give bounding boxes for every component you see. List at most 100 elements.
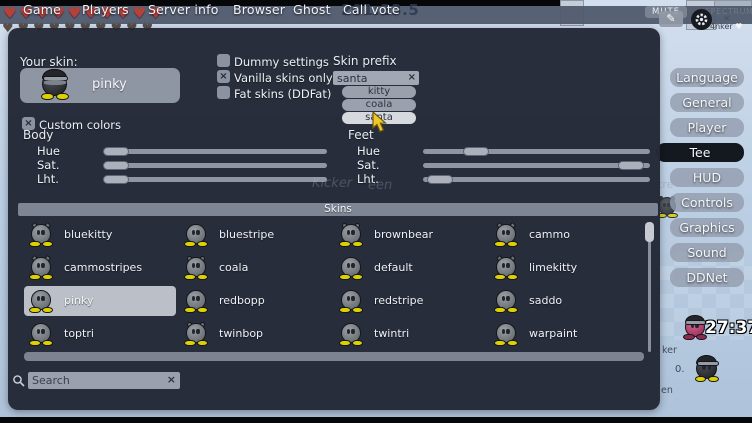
skin-name-label: saddo — [529, 286, 562, 316]
menubar-item-players[interactable]: Players — [82, 2, 129, 17]
tee-foot — [197, 241, 208, 247]
prefix-option-kitty[interactable]: kitty — [342, 86, 416, 98]
skin-name-label: twinbop — [219, 319, 263, 349]
tee-eye — [41, 230, 44, 235]
skin-name-label: bluestripe — [219, 220, 274, 250]
slider-row-sat: Sat. — [348, 158, 650, 172]
tee-foot — [42, 307, 53, 313]
slider-handle[interactable] — [427, 175, 453, 184]
skin-item-coala[interactable]: coala — [179, 253, 331, 283]
current-skin-tee — [40, 70, 70, 100]
tee-foot — [494, 340, 505, 346]
slider-handle[interactable] — [618, 161, 644, 170]
menubar-item-ghost[interactable]: Ghost — [293, 2, 331, 17]
close-icon[interactable]: × — [723, 14, 731, 24]
tee-foot — [29, 307, 40, 313]
skin-item-twinbop[interactable]: twinbop — [179, 319, 331, 349]
menubar-item-call-vote[interactable]: Call vote — [343, 2, 400, 17]
checkbox — [217, 86, 230, 99]
tee-foot — [339, 241, 350, 247]
skin-tee-icon — [494, 256, 518, 280]
tee-settings-window: Your skin: pinky Dummy settings×Vanilla … — [8, 28, 660, 410]
skin-tee-icon — [339, 289, 363, 313]
skin-item-pinky[interactable]: pinky — [24, 286, 176, 316]
skin-item-bluekitty[interactable]: bluekitty — [24, 220, 176, 250]
tab-sound[interactable]: Sound — [670, 243, 744, 262]
tee-eye — [41, 296, 44, 301]
skin-item-brownbear[interactable]: brownbear — [334, 220, 486, 250]
skin-tee-icon — [494, 322, 518, 346]
color-group-feet: FeetHueSat.Lht. — [348, 128, 650, 186]
skin-item-saddo[interactable]: saddo — [489, 286, 641, 316]
tab-tee[interactable]: Tee — [656, 143, 744, 162]
tee-foot — [352, 274, 363, 280]
slider-track[interactable] — [423, 149, 650, 154]
skin-prefix-input[interactable] — [333, 71, 409, 85]
skin-item-default[interactable]: default — [334, 253, 486, 283]
tab-language[interactable]: Language — [670, 68, 744, 87]
tab-graphics[interactable]: Graphics — [670, 218, 744, 237]
tee-foot — [339, 307, 350, 313]
search-input[interactable] — [28, 372, 166, 389]
checkbox-label: Vanilla skins only — [234, 71, 333, 85]
skin-name-label: redstripe — [374, 286, 423, 316]
bg-name-fragment: ker — [662, 345, 677, 356]
gear-glyph — [694, 12, 709, 27]
tab-controls[interactable]: Controls — [670, 193, 744, 212]
skin-item-bluestripe[interactable]: bluestripe — [179, 220, 331, 250]
slider-label: Hue — [23, 144, 103, 158]
skins-list-header: Skins — [18, 203, 658, 216]
spectator-tee — [683, 316, 707, 340]
skin-item-redstripe[interactable]: redstripe — [334, 286, 486, 316]
tab-player[interactable]: Player — [670, 118, 744, 137]
clear-search-icon[interactable]: × — [167, 373, 176, 386]
skin-tee-icon — [494, 289, 518, 313]
current-skin-name: pinky — [92, 77, 127, 92]
skin-name-label: redbopp — [219, 286, 265, 316]
skin-item-limekitty[interactable]: limekitty — [489, 253, 641, 283]
skin-name-label: default — [374, 253, 413, 283]
tee-foot — [494, 241, 505, 247]
menubar-item-game[interactable]: Game — [23, 2, 61, 17]
color-group-title: Feet — [348, 128, 650, 144]
slider-label: Sat. — [348, 158, 423, 172]
skin-item-toptri[interactable]: toptri — [24, 319, 176, 349]
skin-item-twintri[interactable]: twintri — [334, 319, 486, 349]
gear-icon[interactable] — [691, 9, 712, 30]
skin-tee-icon — [184, 223, 208, 247]
skin-item-cammo[interactable]: cammo — [489, 220, 641, 250]
prefix-option-coala[interactable]: coala — [342, 99, 416, 111]
menubar-item-server-info[interactable]: Server info — [148, 2, 219, 17]
current-skin-button[interactable]: pinky — [20, 68, 180, 103]
slider-handle[interactable] — [103, 147, 129, 156]
slider-row-hue: Hue — [348, 144, 650, 158]
skin-item-redbopp[interactable]: redbopp — [179, 286, 331, 316]
tee-foot — [29, 340, 40, 346]
slider-track[interactable] — [103, 163, 327, 168]
clear-prefix-icon[interactable]: × — [408, 71, 416, 85]
bg-name-fragment: en — [661, 385, 673, 396]
tab-ddnet[interactable]: DDNet — [670, 268, 744, 287]
skin-item-cammostripes[interactable]: cammostripes — [24, 253, 176, 283]
tee-eye — [196, 329, 199, 334]
skins-hscrollbar[interactable] — [24, 352, 644, 361]
pencil-icon[interactable]: ✎ — [659, 11, 683, 27]
tee-foot — [184, 307, 195, 313]
slider-handle[interactable] — [103, 175, 129, 184]
health-heart-icon: ♥ — [3, 6, 16, 21]
tee-eye — [351, 263, 354, 268]
skins-scrollbar-thumb[interactable] — [645, 222, 654, 242]
skin-name-label: limekitty — [529, 253, 577, 283]
slider-track[interactable] — [103, 177, 327, 182]
skin-item-warpaint[interactable]: warpaint — [489, 319, 641, 349]
slider-row-lht: Lht. — [348, 172, 650, 186]
tee-foot — [352, 307, 363, 313]
slider-handle[interactable] — [463, 147, 489, 156]
menubar-item-browser[interactable]: Browser — [233, 2, 285, 17]
tab-hud[interactable]: HUD — [670, 168, 744, 187]
tab-general[interactable]: General — [670, 93, 744, 112]
slider-track[interactable] — [103, 149, 327, 154]
slider-track[interactable] — [423, 177, 650, 182]
slider-track[interactable] — [423, 163, 650, 168]
slider-handle[interactable] — [103, 161, 129, 170]
